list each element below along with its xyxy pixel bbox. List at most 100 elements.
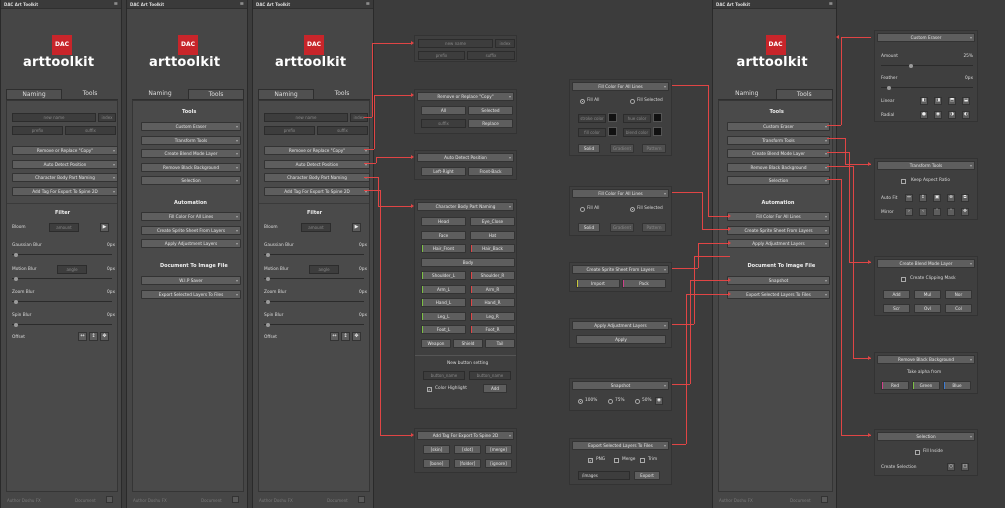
auto-fit-icon[interactable]: ⊕	[947, 194, 955, 202]
green-channel-button[interactable]: Green	[912, 381, 940, 390]
tool-button[interactable]: Create Blend Mode Layer ▾	[727, 149, 830, 158]
body-part-button[interactable]: Arm_R	[470, 284, 515, 294]
zoom-blur-slider[interactable]	[264, 299, 364, 304]
body-part-button[interactable]: Hair_Front	[421, 244, 466, 253]
prefix-input[interactable]: prefix	[418, 51, 465, 60]
index-input[interactable]: index	[495, 39, 515, 48]
transform-header[interactable]: Transform Tools ▾	[877, 161, 975, 170]
automation-button[interactable]: Apply Adjustment Layers ▾	[141, 239, 241, 248]
body-part-button[interactable]: Hair_Back	[470, 244, 515, 253]
spine-tag-button[interactable]: [ignore]	[485, 458, 512, 468]
doc-button[interactable]: Export Selected Layers To Files ▾	[727, 289, 830, 299]
body-part-button[interactable]: Weapon	[421, 338, 451, 348]
body-part-button[interactable]: Shoulder_L	[421, 271, 466, 280]
doc-button[interactable]: Export Selected Layers To Files ▾	[141, 289, 241, 299]
blend-mode-button[interactable]: Mul	[914, 290, 941, 299]
automation-button[interactable]: Fill Color For All Lines ▾	[141, 212, 241, 221]
slider-knob[interactable]	[266, 299, 270, 304]
button-name-input-2[interactable]: button_name	[469, 370, 511, 380]
blend-color-input[interactable]: blend color	[623, 128, 651, 137]
linear-gradient-icon[interactable]: ◧	[920, 97, 928, 105]
body-part-button[interactable]: Foot_R	[470, 325, 515, 334]
pattern-button[interactable]: Pattern	[642, 144, 666, 153]
blend-mode-button[interactable]: Col	[945, 303, 972, 313]
hue-color-input[interactable]: hue color	[623, 114, 651, 123]
stroke-color-swatch[interactable]	[608, 113, 617, 122]
mirror-icon[interactable]: ‹	[919, 208, 927, 216]
tool-button[interactable]: Create Blend Mode Layer ▾	[141, 149, 241, 158]
suffix-input[interactable]: suffix	[421, 119, 466, 128]
hue-color-swatch[interactable]	[653, 113, 662, 122]
spine-tags-header[interactable]: Add Tag For Export To Spine 2D ▾	[417, 431, 514, 440]
auto-fit-icon[interactable]: ▣	[933, 194, 941, 202]
play-icon[interactable]: ▶	[100, 223, 109, 232]
tool-button[interactable]: Custom Eraser ▾	[141, 122, 241, 131]
add-button[interactable]: Add	[483, 383, 507, 393]
fill-color-swatch[interactable]	[608, 127, 617, 136]
tool-button[interactable]: Custom Eraser ▾	[727, 122, 830, 131]
export-button[interactable]: Export	[634, 471, 660, 480]
spine-tag-button[interactable]: [folder]	[454, 458, 481, 468]
blend-mode-button[interactable]: Scr	[883, 303, 910, 313]
mirror-icon[interactable]: ✥	[961, 208, 969, 216]
spine-tag-button[interactable]: [bone]	[423, 458, 450, 468]
gradient-button[interactable]: Gradient	[610, 144, 634, 153]
stroke-color-input[interactable]: stroke color	[578, 114, 606, 123]
button-name-input[interactable]: button_name	[423, 370, 465, 380]
radial-gradient-icon[interactable]: ◉	[934, 111, 942, 119]
fill-color-header[interactable]: Fill Color For All Lines ▾	[572, 189, 669, 198]
solid-button[interactable]: Solid	[578, 223, 600, 232]
linear-gradient-icon[interactable]: ◨	[934, 97, 942, 105]
tool-button[interactable]: Selection ▾	[141, 176, 241, 185]
slider-knob[interactable]	[909, 63, 913, 68]
remove-copy-header[interactable]: Remove or Replace "Copy" ▾	[417, 92, 514, 101]
naming-action-button[interactable]: Remove or Replace "Copy" ▾	[12, 146, 118, 155]
motion-blur-slider[interactable]	[12, 276, 112, 281]
tab-naming[interactable]: Naming	[258, 89, 314, 99]
auto-fit-icon[interactable]: ↕	[919, 194, 927, 202]
naming-action-button[interactable]: Auto Detect Position ▾	[264, 159, 370, 169]
body-part-button[interactable]: Shield	[453, 338, 483, 348]
tab-tools[interactable]: Tools	[188, 89, 244, 99]
linear-gradient-icon[interactable]: ⬒	[948, 97, 956, 105]
tab-tools[interactable]: Tools	[775, 89, 833, 99]
menu-icon[interactable]: ≡	[114, 1, 118, 7]
replace-button[interactable]: Replace	[468, 119, 513, 128]
feather-slider[interactable]	[881, 85, 973, 90]
scale-50-radio[interactable]	[635, 399, 640, 404]
auto-fit-icon[interactable]: ↔	[905, 194, 913, 202]
tab-tools[interactable]: Tools	[62, 89, 118, 99]
slider-knob[interactable]	[266, 252, 270, 257]
body-part-button[interactable]: Head	[421, 217, 466, 226]
gaussian-blur-slider[interactable]	[264, 252, 364, 257]
automation-button[interactable]: Create Sprite Sheet From Layers ▾	[727, 225, 830, 235]
spin-blur-slider[interactable]	[12, 322, 112, 327]
merge-checkbox[interactable]	[614, 458, 619, 463]
adjustment-header[interactable]: Apply Adjustment Layers ▾	[572, 321, 669, 330]
body-part-button[interactable]: Hand_L	[421, 298, 466, 307]
blend-mode-button[interactable]: Add	[883, 290, 910, 299]
tab-tools[interactable]: Tools	[314, 89, 370, 99]
vertical-offset-icon[interactable]: ↕	[89, 332, 98, 341]
mirror-icon[interactable]: ˄	[947, 208, 955, 216]
scale-75-radio[interactable]	[608, 399, 613, 404]
body-part-button[interactable]: Leg_R	[470, 311, 515, 321]
automation-button[interactable]: Create Sprite Sheet From Layers ▾	[141, 225, 241, 235]
document-icon[interactable]	[358, 496, 365, 503]
play-icon[interactable]: ▶	[352, 223, 361, 232]
suffix-input[interactable]: suffix	[467, 51, 515, 60]
export-header[interactable]: Export Selected Layers To Files ▾	[572, 441, 669, 450]
export-path-input[interactable]: /images	[578, 471, 630, 480]
ellipse-selection-icon[interactable]: ○	[947, 463, 955, 471]
body-part-button[interactable]: Arm_L	[421, 284, 466, 294]
doc-button[interactable]: Snapshot ▾	[727, 276, 830, 285]
eraser-header[interactable]: Custom Eraser ▾	[877, 33, 975, 42]
apply-button[interactable]: Apply	[576, 335, 666, 344]
keep-aspect-checkbox[interactable]	[901, 179, 906, 184]
tool-button[interactable]: Remove Black Background ▾	[141, 162, 241, 172]
prefix-input[interactable]: prefix	[264, 126, 315, 135]
tab-naming[interactable]: Naming	[132, 89, 188, 99]
tool-button[interactable]: Selection ▾	[727, 176, 830, 185]
trim-checkbox[interactable]	[640, 458, 645, 463]
zoom-blur-slider[interactable]	[12, 299, 112, 304]
